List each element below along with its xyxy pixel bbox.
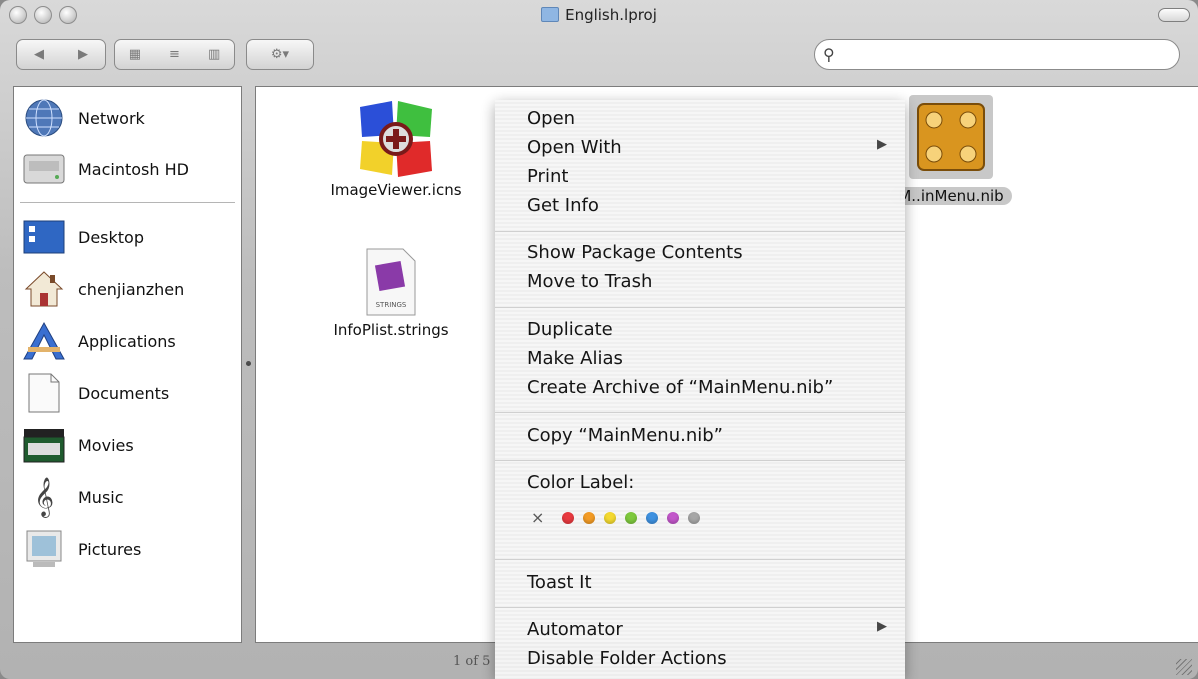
icon-view-icon[interactable]: ▦ [115,47,155,62]
sidebar-item-movies[interactable]: Movies [22,423,134,467]
svg-text:STRINGS: STRINGS [376,301,407,309]
menu-item-copy[interactable]: Copy “MainMenu.nib” [527,425,723,446]
splitter-handle [246,361,251,366]
desktop-icon [22,215,66,259]
view-mode-control: ▦ ≡ ▥ [114,39,235,70]
menu-item-make-alias[interactable]: Make Alias [527,348,623,369]
menu-item-move-to-trash[interactable]: Move to Trash [527,271,652,292]
back-arrow-icon[interactable]: ◀ [17,47,61,62]
color-label-green[interactable] [625,511,638,524]
forward-arrow-icon[interactable]: ▶ [61,47,105,62]
menu-item-get-info[interactable]: Get Info [527,195,599,216]
toolbar-toggle-button[interactable] [1158,8,1190,22]
status-text: 1 of 5 [453,654,491,669]
menu-item-open[interactable]: Open [527,108,575,129]
color-label-red[interactable] [562,511,575,524]
hard-drive-icon [22,147,66,191]
menu-item-toast-it[interactable]: Toast It [527,572,592,593]
resize-grip-icon[interactable] [1176,659,1192,675]
icns-file-icon [360,101,432,177]
window-title: English.lproj [0,6,1198,24]
network-globe-icon [22,96,66,140]
color-label-swatches: × [531,508,709,527]
file-imageviewer-icns[interactable]: ImageViewer.icns [311,101,481,199]
nib-file-icon [917,103,985,171]
action-menu-button[interactable]: ⚙▾ [246,39,314,70]
sidebar-splitter[interactable] [243,86,255,643]
menu-separator [495,412,905,413]
sidebar-item-home[interactable]: chenjianzhen [22,267,184,311]
documents-icon [22,371,66,415]
sidebar-item-network[interactable]: Network [22,96,145,140]
menu-item-disable-folder-actions[interactable]: Disable Folder Actions [527,648,727,669]
music-clef-icon: 𝄞 [33,477,55,517]
menu-separator [495,460,905,461]
menu-item-duplicate[interactable]: Duplicate [527,319,613,340]
menu-separator [495,607,905,608]
strings-file-icon: STRINGS [366,248,416,316]
column-view-icon[interactable]: ▥ [194,47,234,62]
menu-separator [495,231,905,232]
file-infoplist-strings[interactable]: STRINGS InfoPlist.strings [311,247,471,339]
nib-selection-highlight [909,95,993,179]
pictures-frame-icon [22,527,66,571]
menu-item-open-with[interactable]: Open With ▶ [527,137,887,158]
back-forward-control: ◀ ▶ [16,39,106,70]
color-label-yellow[interactable] [604,511,617,524]
search-icon: ⚲ [823,45,835,64]
applications-icon [22,319,66,363]
sidebar-item-music[interactable]: 𝄞 Music [22,475,124,519]
sidebar-divider [20,202,235,203]
menu-item-show-package-contents[interactable]: Show Package Contents [527,242,743,263]
no-label-icon[interactable]: × [531,508,544,527]
color-label-gray[interactable] [688,511,701,524]
menu-item-color-label: Color Label: [527,472,635,493]
list-view-icon[interactable]: ≡ [155,47,195,62]
movies-clapper-icon [22,423,66,467]
gear-icon: ⚙▾ [270,47,290,62]
sidebar-item-applications[interactable]: Applications [22,319,176,363]
sidebar: Network Macintosh HD Desktop chenjianzhe… [13,86,242,643]
submenu-arrow-icon: ▶ [877,619,887,634]
color-label-blue[interactable] [646,511,659,524]
toolbar: ◀ ▶ ▦ ≡ ▥ ⚙▾ ⚲ [0,36,1198,78]
sidebar-item-documents[interactable]: Documents [22,371,169,415]
context-menu: Open Open With ▶ Print Get Info Show Pack… [495,100,905,679]
sidebar-item-macintosh-hd[interactable]: Macintosh HD [22,147,189,191]
home-icon [22,267,66,311]
submenu-arrow-icon: ▶ [877,137,887,152]
color-label-purple[interactable] [667,511,680,524]
menu-separator [495,559,905,560]
menu-item-print[interactable]: Print [527,166,568,187]
sidebar-item-desktop[interactable]: Desktop [22,215,144,259]
menu-item-automator[interactable]: Automator ▶ [527,619,887,640]
color-label-orange[interactable] [583,511,596,524]
menu-item-create-archive[interactable]: Create Archive of “MainMenu.nib” [527,377,833,398]
folder-icon [541,7,560,22]
title-bar: English.lproj [0,0,1198,30]
menu-separator [495,307,905,308]
sidebar-item-pictures[interactable]: Pictures [22,527,141,571]
search-field[interactable]: ⚲ [814,39,1180,70]
